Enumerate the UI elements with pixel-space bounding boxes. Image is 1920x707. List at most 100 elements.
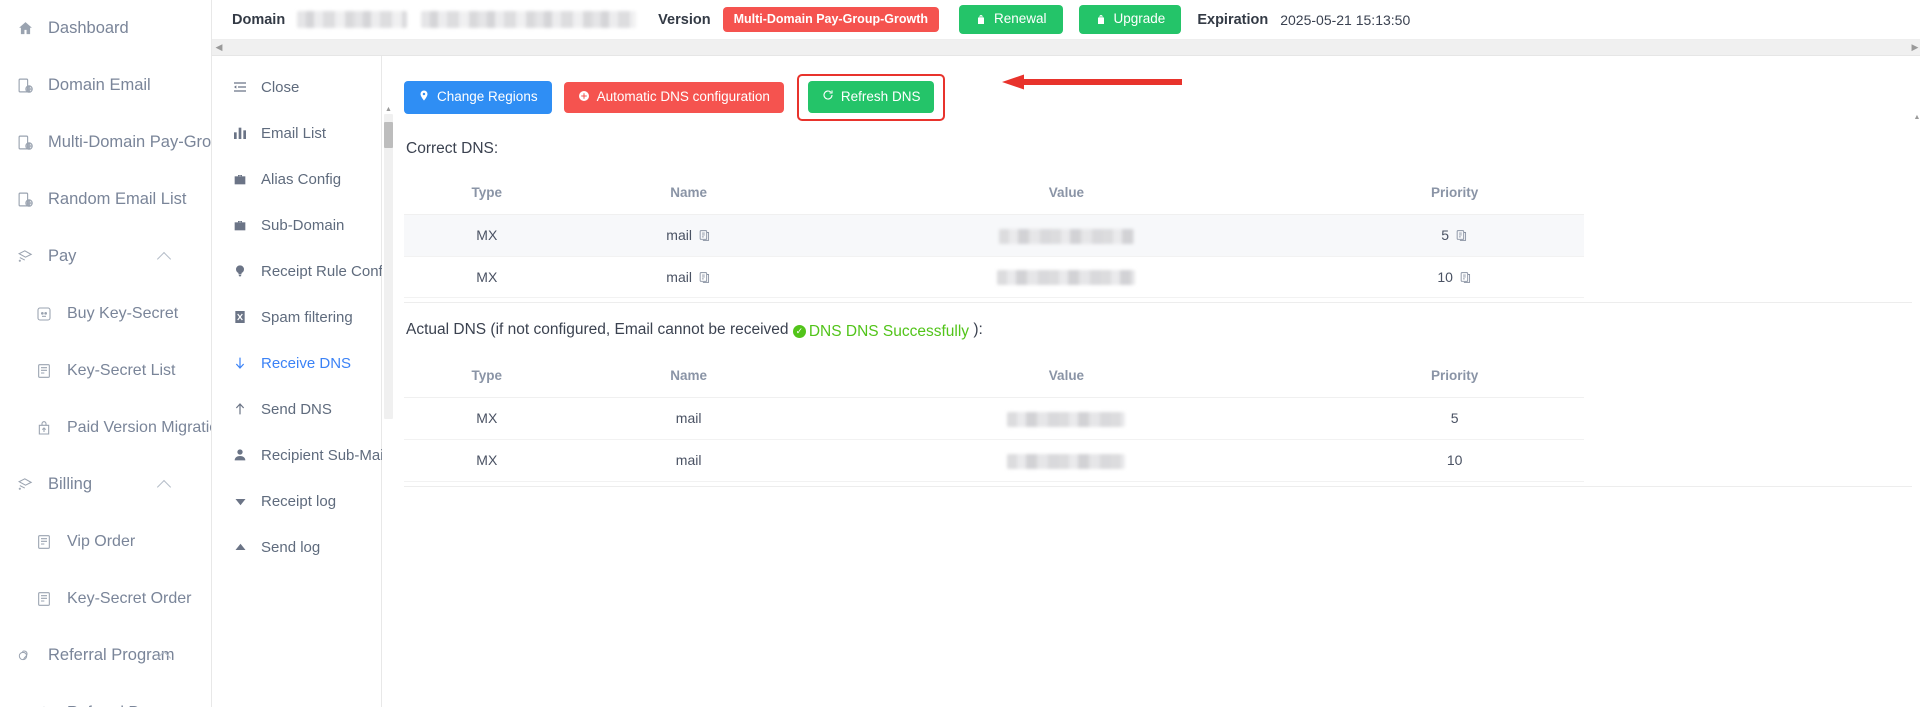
correct-dns-table-divider [404,302,1920,304]
submenu-item-receipt-rule-config[interactable]: Receipt Rule Config [212,248,394,294]
bag-icon [975,13,987,26]
table-header-row: Type Name Value Priority [404,174,1584,215]
dns-content: Change Regions Automatic DNS configurati… [382,56,1920,707]
actual-dns-title: Actual DNS (if not configured, Email can… [406,321,1920,341]
sidebar-item-key-secret-list[interactable]: Key-Secret List [0,342,211,399]
dns-status-text: DNS DNS Successfully [808,322,970,340]
content-vertical-scrollbar[interactable]: ▲ [384,106,393,419]
sidebar-item-paid-version-migration[interactable]: Paid Version Migration [0,399,211,456]
sidebar-group-pay[interactable]: Pay [0,228,211,285]
submenu-item-label: Spam filtering [261,308,353,326]
sidebar-item-label: Key-Secret Order [67,589,192,607]
submenu-item-label: Sub-Domain [261,216,345,234]
upload-bag-icon [33,418,55,438]
sidebar-group-referral-program[interactable]: Referral Program [0,627,211,684]
column-header-priority: Priority [1325,174,1584,215]
upgrade-button[interactable]: Upgrade [1078,5,1182,34]
copy-icon[interactable] [698,229,711,242]
horizontal-scrollbar[interactable]: ◀ ▶ [212,40,1920,56]
submenu-item-spam-filtering[interactable]: Spam filtering [212,294,381,340]
submenu-item-label: Receipt Rule Config [261,262,395,280]
submenu-item-sub-domain[interactable]: Sub-Domain [212,202,381,248]
version-badge: Multi-Domain Pay-Group-Growth [722,7,939,32]
submenu-item-label: Recipient Sub-Mail [261,446,387,464]
table-row: MX mail [404,214,1584,257]
value-redacted [1007,453,1126,469]
table-row: MX mail 5 [404,397,1584,440]
cell-type: MX [404,397,570,440]
column-header-value: Value [807,357,1326,398]
sidebar-item-vip-order[interactable]: Vip Order [0,513,211,570]
value-redacted [998,228,1134,244]
arrow-up-icon [230,400,250,418]
submenu-item-label: Email List [261,124,327,142]
sidebar-group-label: Referral Program [48,646,175,664]
sidebar-item-domain-email[interactable]: Domain Email [0,57,211,114]
sidebar-item-label: Random Email List [48,190,187,208]
cell-name: mail [569,397,808,440]
submenu-item-recipient-sub-mail[interactable]: Recipient Sub-Mail [212,432,387,478]
actual-dns-table: Type Name Value Priority MX mail 5 MX ma… [404,357,1584,482]
column-header-type: Type [404,357,570,398]
sidebar-item-key-secret-order[interactable]: Key-Secret Order [0,570,211,627]
submenu-item-send-dns[interactable]: Send DNS [212,386,381,432]
actual-dns-title-suffix: ): [969,321,983,339]
right-pane: Domain Version Multi-Domain Pay-Group-Gr… [212,0,1920,707]
sidebar-item-multi-domain-pay-group[interactable]: Multi-Domain Pay-Group [0,114,211,171]
cell-priority: 10 [1325,256,1584,299]
submenu-item-label: Receive DNS [261,354,352,372]
domain-value-redacted [297,11,408,28]
submenu-item-alias-config[interactable]: Alias Config [212,156,381,202]
submenu-item-send-log[interactable]: Send log [212,524,381,570]
submenu-item-receipt-log[interactable]: Receipt log [212,478,381,524]
cell-type: MX [404,256,570,299]
scroll-left-icon[interactable]: ◀ [212,40,226,56]
sidebar-item-dashboard[interactable]: Dashboard [0,0,211,57]
sidebar-group-label: Pay [48,247,77,265]
change-regions-button[interactable]: Change Regions [404,81,552,114]
sidebar-item-label: Referral Program [67,704,190,707]
cell-priority-text: 10 [1437,269,1453,286]
submenu-item-email-list[interactable]: Email List [212,110,381,156]
renewal-button[interactable]: Renewal [959,5,1063,34]
copy-icon[interactable] [1455,229,1468,242]
page-vertical-scrollbar[interactable]: ▲ ▼ [1912,112,1920,707]
scroll-up-icon[interactable]: ▲ [1913,114,1920,122]
plus-circle-icon [578,90,590,106]
sidebar-item-referral-program[interactable]: Referral Program [0,684,211,707]
caret-down-icon [230,492,250,510]
automatic-dns-label: Automatic DNS configuration [596,89,770,104]
cell-name: mail [569,439,808,482]
sidebar-group-billing[interactable]: Billing [0,456,211,513]
cell-value [807,214,1326,257]
cell-priority: 5 [1325,214,1584,257]
sidebar-item-random-email-list[interactable]: Random Email List [0,171,211,228]
cell-priority: 5 [1325,397,1584,440]
submenu-item-label: Send DNS [261,400,332,418]
chevron-up-icon[interactable] [156,251,172,266]
domain-label: Domain [232,11,286,28]
version-label: Version [658,11,711,28]
refresh-dns-button[interactable]: Refresh DNS [807,81,935,113]
table-header-row: Type Name Value Priority [404,357,1584,398]
column-header-name: Name [569,174,808,215]
automatic-dns-configuration-button[interactable]: Automatic DNS configuration [563,81,784,114]
list-doc-icon [33,589,55,609]
chevron-up-icon[interactable] [156,479,172,494]
cell-priority-text: 5 [1441,227,1449,244]
scroll-up-icon[interactable]: ▲ [384,105,393,114]
cell-type: MX [404,439,570,482]
submenu-item-close[interactable]: Close [212,64,381,110]
menu-fold-icon [230,78,250,96]
scrollbar-thumb[interactable] [384,122,393,148]
page-body: Close Email List Alias Config Sub-Domain… [212,56,1920,707]
column-header-priority: Priority [1325,357,1584,398]
domain-email-icon [14,190,36,210]
sidebar-item-buy-key-secret[interactable]: Buy Key-Secret [0,285,211,342]
refresh-dns-label: Refresh DNS [840,88,921,104]
submenu-item-receive-dns[interactable]: Receive DNS [212,340,381,386]
column-header-name: Name [569,357,808,398]
copy-icon[interactable] [1459,271,1472,284]
copy-icon[interactable] [698,271,711,284]
scroll-right-icon[interactable]: ▶ [1908,40,1920,56]
